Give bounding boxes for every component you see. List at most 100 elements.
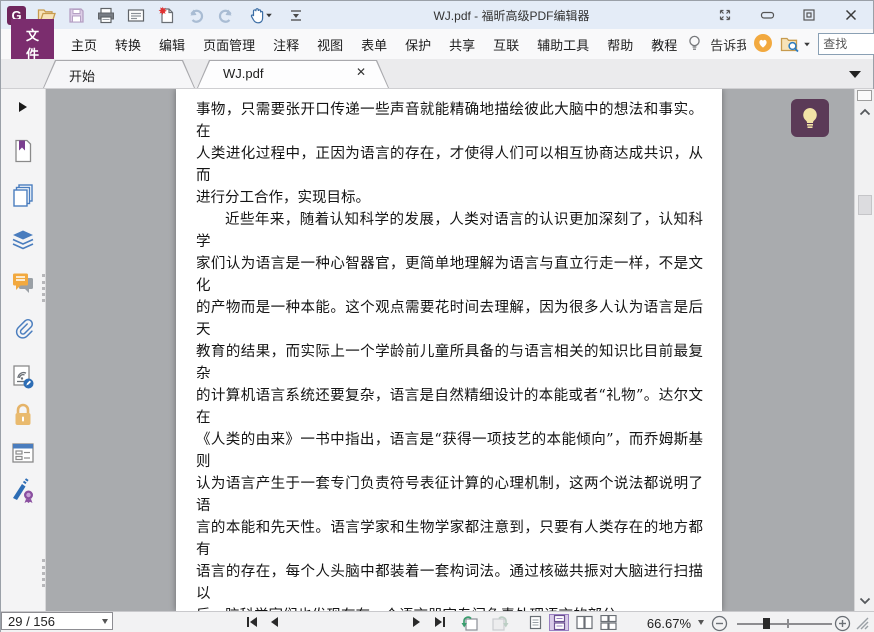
- print-button[interactable]: [96, 5, 116, 25]
- menu-item-11[interactable]: 帮助: [598, 35, 642, 54]
- create-pdf-button[interactable]: [156, 5, 176, 25]
- form-fields-panel-button[interactable]: [1, 437, 45, 469]
- bookmarks-panel-button[interactable]: [1, 135, 45, 167]
- document-tabbar: 开始 WJ.pdf ✕: [1, 59, 873, 89]
- undo-button[interactable]: [186, 5, 206, 25]
- tell-me-button[interactable]: 告诉我: [710, 35, 746, 54]
- scroll-down-button[interactable]: [859, 593, 871, 608]
- main-area: 事物，只需要张开口传递一些声音就能精确地描绘彼此大脑中的想法和事实。在 人类进化过…: [1, 89, 874, 611]
- menu-item-4[interactable]: 注释: [264, 35, 308, 54]
- folder-search-button[interactable]: [780, 36, 811, 53]
- page-number-input[interactable]: 29 / 156: [1, 612, 113, 630]
- menubar-right: 告诉我: [686, 32, 874, 56]
- single-page-view-button[interactable]: [525, 614, 545, 631]
- redo-icon: [218, 9, 232, 23]
- layers-panel-button[interactable]: [1, 223, 45, 255]
- prev-page-button[interactable]: [268, 615, 280, 629]
- email-button[interactable]: [126, 5, 146, 25]
- zoom-level-value[interactable]: 66.67%: [629, 616, 691, 631]
- document-canvas[interactable]: 事物，只需要张开口传递一些声音就能精确地描绘彼此大脑中的想法和事实。在 人类进化过…: [46, 89, 874, 611]
- document-text-line: 的产物而是一种本能。这个观点需要花时间去理解，因为很多人认为语言是后天: [196, 300, 703, 338]
- signature-fields-icon: [13, 365, 34, 389]
- menu-item-0[interactable]: 主页: [62, 35, 106, 54]
- zoom-in-button[interactable]: [834, 615, 851, 632]
- page-thumbnails-icon: [13, 184, 33, 207]
- search-input[interactable]: [819, 37, 874, 51]
- assistant-button[interactable]: [791, 99, 829, 137]
- expand-panel-icon: [19, 102, 27, 112]
- hand-tool-dropdown-icon: [266, 13, 272, 17]
- menu-items: 主页 转换 编辑 页面管理 注释 视图 表单 保护 共享 互联 辅助工具 帮助 教程: [62, 35, 686, 54]
- first-page-icon: [247, 617, 257, 627]
- digital-signature-panel-button[interactable]: [1, 475, 45, 507]
- minimize-button[interactable]: [759, 7, 775, 23]
- resize-grip[interactable]: [854, 615, 869, 630]
- menu-item-5[interactable]: 视图: [308, 35, 352, 54]
- tip-lightbulb-button[interactable]: [686, 34, 703, 55]
- scroll-up-button[interactable]: [859, 104, 871, 119]
- customize-toolbar-button[interactable]: [286, 5, 306, 25]
- customize-toolbar-icon: [291, 10, 301, 21]
- scrollbar-split-handle[interactable]: [857, 90, 872, 101]
- document-text-line: 事物，只需要张开口传递一些声音就能精确地描绘彼此大脑中的想法和事实。在: [196, 102, 703, 140]
- pages-panel-button[interactable]: [1, 179, 45, 211]
- folder-search-dropdown-icon: [804, 42, 811, 46]
- document-text-line: 教育的结果，而实际上一个学龄前儿童所具备的与语言相关的知识比目前最复杂: [196, 344, 703, 382]
- tab-list-dropdown-icon[interactable]: [849, 71, 861, 78]
- statusbar: 29 / 156 66.67%: [1, 611, 874, 632]
- menu-item-9[interactable]: 互联: [484, 35, 528, 54]
- menu-item-6[interactable]: 表单: [352, 35, 396, 54]
- expand-panel-button[interactable]: [1, 91, 45, 123]
- zoom-dropdown-icon[interactable]: [698, 620, 704, 625]
- next-page-button[interactable]: [411, 615, 423, 629]
- vertical-scrollbar[interactable]: [854, 89, 874, 611]
- minimize-icon: [760, 11, 774, 19]
- pdf-page[interactable]: 事物，只需要张开口传递一些声音就能精确地描绘彼此大脑中的想法和事实。在 人类进化过…: [176, 89, 722, 611]
- tab-start[interactable]: 开始: [43, 60, 195, 88]
- save-button[interactable]: [66, 5, 86, 25]
- menu-item-3[interactable]: 页面管理: [194, 35, 264, 54]
- next-view-icon: [492, 616, 509, 631]
- first-page-button[interactable]: [245, 615, 259, 629]
- previous-view-button[interactable]: [461, 615, 479, 631]
- scrollbar-thumb[interactable]: [858, 195, 872, 215]
- hand-tool-button[interactable]: [246, 5, 276, 25]
- tab-start-label: 开始: [69, 69, 96, 84]
- menubar: 文件 主页 转换 编辑 页面管理 注释 视图 表单 保护 共享 互联 辅助工具 帮助 教程 告诉我: [1, 19, 874, 69]
- signature-fields-panel-button[interactable]: [1, 361, 45, 393]
- next-page-icon: [413, 617, 420, 627]
- zoom-slider-handle[interactable]: [763, 618, 770, 629]
- close-button[interactable]: [843, 7, 859, 23]
- zoom-out-icon: [711, 615, 728, 632]
- next-view-button[interactable]: [491, 615, 509, 631]
- continuous-facing-icon: [599, 615, 617, 630]
- continuous-facing-view-button[interactable]: [598, 614, 618, 631]
- menu-item-2[interactable]: 编辑: [150, 35, 194, 54]
- redo-button[interactable]: [216, 5, 236, 25]
- hand-tool-icon: [250, 7, 264, 23]
- menu-item-12[interactable]: 教程: [642, 35, 686, 54]
- menu-item-10[interactable]: 辅助工具: [528, 35, 598, 54]
- comments-panel-button[interactable]: [1, 267, 45, 299]
- document-text-line: 言的本能和先天性。语言学家和生物学家都注意到，只要有人类存在的地方都有: [196, 520, 703, 558]
- maximize-button[interactable]: [801, 7, 817, 23]
- arrange-windows-button[interactable]: [717, 7, 733, 23]
- zoom-out-button[interactable]: [711, 615, 728, 632]
- document-text-line: 的计算机语言系统还要复杂，语言是自然精细设计的本能或者“礼物”。达尔文在: [196, 388, 703, 426]
- menu-item-1[interactable]: 转换: [106, 35, 150, 54]
- menu-item-8[interactable]: 共享: [440, 35, 484, 54]
- facing-pages-view-button[interactable]: [574, 614, 594, 631]
- titlebar: G WJ.pdf - 福昕高级PDF编辑器: [1, 1, 873, 29]
- last-page-button[interactable]: [433, 615, 447, 629]
- attachments-panel-button[interactable]: [1, 313, 45, 345]
- sidebar-divider-dots: [42, 274, 45, 302]
- bookmarks-icon: [15, 139, 32, 163]
- tab-document[interactable]: WJ.pdf ✕: [197, 60, 389, 88]
- zoom-in-icon: [834, 615, 851, 632]
- zoom-slider-track[interactable]: [737, 623, 832, 625]
- security-panel-button[interactable]: [1, 399, 45, 431]
- favorite-button[interactable]: [753, 33, 773, 56]
- menu-item-7[interactable]: 保护: [396, 35, 440, 54]
- continuous-view-button[interactable]: [549, 614, 569, 631]
- tab-close-icon[interactable]: ✕: [353, 65, 369, 79]
